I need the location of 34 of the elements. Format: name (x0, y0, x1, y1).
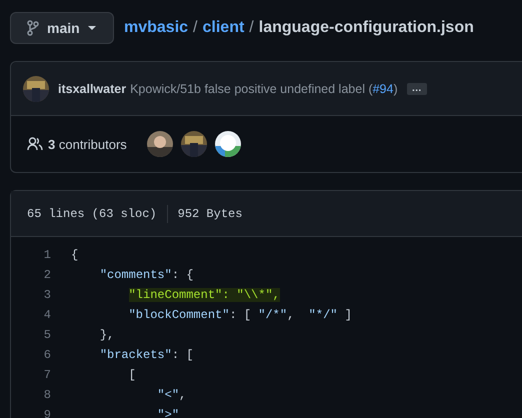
code-line: "comments": { (98, 267, 194, 284)
code-line: ">" (156, 407, 180, 418)
path-separator: / (249, 19, 254, 37)
code-line: "blockComment": [ "/*", "*/" ] (128, 307, 352, 324)
line-number: 7 (42, 367, 52, 384)
people-icon (27, 137, 43, 151)
file-name: language-configuration.json (258, 19, 474, 37)
line-number: 2 (42, 267, 52, 284)
pull-request-link[interactable]: #94 (372, 82, 394, 96)
breadcrumb-link[interactable]: client (202, 19, 244, 37)
breadcrumb-link[interactable]: mvbasic (124, 19, 188, 37)
line-number: 9 (42, 407, 52, 418)
branch-icon (27, 20, 39, 36)
code-line: [ (128, 367, 136, 384)
line-number: 4 (42, 307, 52, 324)
commit-message: itsxallwater Kpowick/51b false positive undefined label (#94) (58, 82, 398, 96)
code-line: "brackets": [ (98, 347, 194, 364)
code-line: { (71, 247, 78, 264)
line-count: 65 lines (63 sloc) (27, 206, 157, 220)
path-separator: / (193, 19, 198, 37)
line-number: 3 (42, 287, 52, 304)
line-number: 5 (42, 327, 52, 344)
line-number: 1 (42, 247, 52, 264)
expand-button[interactable]: … (406, 82, 427, 94)
code-line: }, (98, 327, 114, 344)
code-line: "<", (156, 387, 186, 404)
caret-icon (88, 26, 96, 30)
file-size: 952 Bytes (178, 206, 242, 220)
code-line: "lineComment": "\\*", (128, 287, 280, 304)
line-number: 6 (42, 347, 52, 364)
author-link[interactable]: itsxallwater (58, 82, 126, 96)
line-number: 8 (42, 387, 52, 404)
branch-button[interactable]: main (10, 12, 114, 44)
contributors-link[interactable]: 3 contributors (27, 136, 127, 152)
